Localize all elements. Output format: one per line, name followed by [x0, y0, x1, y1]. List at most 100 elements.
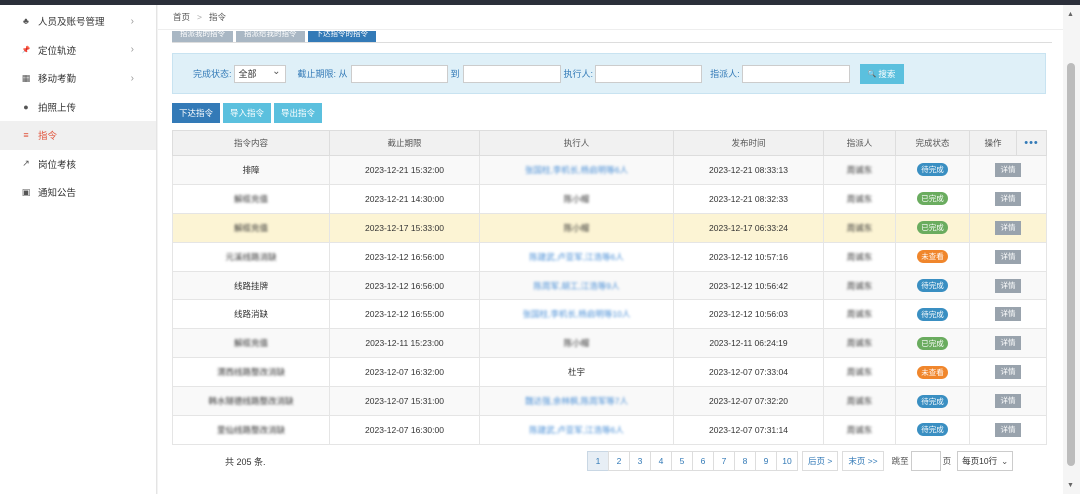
page-button[interactable]: 5: [671, 451, 693, 471]
table-row[interactable]: 韩水隧德线路整改消缺 2023-12-07 15:31:00 魏达强,余林枫,陈周军…: [172, 386, 1047, 417]
executor-cell: 张国柱,李机长,杨启明等6人: [479, 155, 674, 185]
next-page-button[interactable]: 后页 >: [802, 451, 839, 471]
status-badge: 已完成: [917, 192, 948, 206]
sidebar-item-2[interactable]: ▦ 移动考勤 ›: [0, 64, 156, 93]
detail-button[interactable]: 详情: [995, 249, 1021, 264]
header-status[interactable]: 完成状态: [895, 130, 970, 156]
published-time-cell: 2023-12-07 07:33:04: [673, 357, 824, 388]
sidebar-item-3[interactable]: ● 拍照上传: [0, 93, 156, 122]
scroll-down-icon[interactable]: ▼: [1067, 482, 1074, 489]
scroll-up-icon[interactable]: ▲: [1067, 11, 1074, 18]
page-button[interactable]: 7: [713, 451, 735, 471]
sidebar-item-5[interactable]: ↗ 岗位考核: [0, 150, 156, 179]
table-row[interactable]: 排障 2023-12-21 15:32:00 张国柱,李机长,杨启明等6人 2023-…: [172, 155, 1047, 185]
command-content: 解缆充值: [233, 193, 268, 204]
executor[interactable]: 陈建武,卢亚军,江浩等6人: [529, 252, 623, 262]
published-time: 2023-12-12 10:57:16: [709, 251, 788, 262]
detail-button[interactable]: 详情: [995, 422, 1021, 437]
published-time-cell: 2023-12-12 10:56:42: [673, 270, 824, 301]
command-content-cell: 排障: [172, 155, 330, 185]
status-badge: 未查看: [917, 365, 948, 379]
column-menu-icon[interactable]: •••: [1016, 130, 1047, 156]
deadline-from-input[interactable]: [350, 64, 448, 83]
detail-button[interactable]: 详情: [995, 191, 1021, 206]
sidebar-item-6[interactable]: ▣ 通知公告: [0, 178, 156, 207]
jump-page-input[interactable]: [910, 451, 941, 471]
status-badge-cell: 已完成: [895, 212, 970, 243]
header-content[interactable]: 指令内容: [172, 130, 330, 156]
header-published[interactable]: 发布时间: [673, 130, 824, 156]
executor-cell: 陈周军,胡工,江浩等9人: [479, 270, 674, 301]
jump-page-suffix: 页: [942, 456, 952, 466]
executor-input[interactable]: [595, 64, 703, 83]
sitemap-icon: ♣: [23, 16, 29, 27]
header-executor[interactable]: 执行人: [479, 130, 674, 156]
status-badge: 待完成: [917, 423, 948, 437]
assigner: 周诚东: [846, 367, 873, 378]
table-row[interactable]: 里仙线路整改消缺 2023-12-07 16:30:00 陈建武,卢亚军,江浩等6人…: [172, 415, 1047, 445]
executor-cell: 魏达强,余林枫,陈周军等7人: [479, 386, 674, 417]
executor[interactable]: 陈建武,卢亚军,江浩等6人: [529, 425, 623, 435]
status-badge: 未查看: [917, 250, 948, 264]
sidebar-item-0[interactable]: ♣ 人员及账号管理 ›: [0, 7, 156, 36]
detail-button[interactable]: 详情: [995, 162, 1021, 177]
table-row[interactable]: 渭西线路整改消缺 2023-12-07 16:32:00 杜宇 2023-12-07 …: [172, 357, 1047, 388]
status-select[interactable]: 全部: [233, 64, 286, 83]
deadline: 2023-12-21 14:30:00: [365, 193, 444, 204]
export-command-button[interactable]: 导出指令: [274, 103, 323, 123]
search-button[interactable]: 🔍 搜索: [859, 63, 904, 84]
page-button[interactable]: 1: [587, 451, 609, 471]
sidebar-item-label: 通知公告: [38, 188, 77, 200]
status-badge-cell: 未查看: [895, 357, 970, 388]
deadline-to-input[interactable]: [462, 64, 561, 83]
assigner-input[interactable]: [741, 64, 850, 83]
command-content: 线路消缺: [233, 309, 268, 320]
breadcrumb-home[interactable]: 首页: [173, 11, 190, 23]
status-badge: 待完成: [917, 279, 948, 292]
issue-command-button[interactable]: 下达指令: [172, 103, 221, 123]
table-row[interactable]: 解缆充值 2023-12-21 14:30:00 陈小帽 2023-12-21 08:…: [172, 183, 1047, 214]
table-row[interactable]: 线路消缺 2023-12-12 16:55:00 张国柱,李机长,杨启明等10人 20…: [172, 299, 1047, 330]
header-deadline[interactable]: 截止期限: [329, 130, 480, 156]
calendar-icon: ▦: [21, 72, 31, 83]
main-content: 首页 > 指令 指派我的指令 指派给我的指令 下达指令的指令 完成状态: 全部 …: [158, 5, 1063, 494]
detail-button[interactable]: 详情: [995, 220, 1021, 235]
detail-button[interactable]: 详情: [995, 278, 1021, 293]
table-row[interactable]: 解缆充值 2023-12-11 15:23:00 陈小帽 2023-12-11 06:…: [172, 328, 1047, 359]
page-button[interactable]: 4: [650, 451, 672, 471]
executor[interactable]: 魏达强,余林枫,陈周军等7人: [525, 396, 628, 406]
table-row[interactable]: 线路挂牌 2023-12-12 16:56:00 陈周军,胡工,江浩等9人 2023-…: [172, 270, 1047, 301]
executor[interactable]: 张国柱,李机长,杨启明等6人: [525, 165, 628, 175]
page-button[interactable]: 3: [629, 451, 651, 471]
chevron-right-icon: ›: [130, 44, 134, 56]
last-page-button[interactable]: 末页 >>: [842, 451, 884, 471]
detail-button[interactable]: 详情: [995, 394, 1021, 409]
actions-cell: 详情: [969, 183, 1047, 214]
chevron-right-icon: ›: [130, 15, 134, 27]
scrollbar-thumb[interactable]: [1067, 63, 1075, 466]
per-page-select[interactable]: 每页10行 ⌄: [957, 451, 1014, 471]
sidebar-item-1[interactable]: 📌 定位轨迹 ›: [0, 36, 156, 65]
detail-button[interactable]: 详情: [995, 336, 1021, 351]
header-assigner[interactable]: 指派人: [823, 130, 896, 156]
page-button[interactable]: 8: [734, 451, 756, 471]
executor[interactable]: 陈周军,胡工,江浩等9人: [534, 281, 620, 291]
deadline: 2023-12-07 15:31:00: [365, 396, 444, 407]
table-row[interactable]: 解缆充值 2023-12-17 15:33:00 陈小帽 2023-12-17 06:…: [172, 212, 1047, 243]
detail-button[interactable]: 详情: [995, 307, 1021, 322]
sidebar-item-4[interactable]: ≡ 指令: [0, 121, 156, 150]
command-content-cell: 元溪线路消缺: [172, 241, 330, 272]
page-button[interactable]: 9: [755, 451, 777, 471]
page-button[interactable]: 2: [608, 451, 630, 471]
executor[interactable]: 张国柱,李机长,杨启明等10人: [523, 309, 631, 319]
chart-icon: ↗: [22, 158, 30, 169]
notice-icon: ▣: [21, 186, 31, 197]
page-button[interactable]: 10: [776, 451, 798, 471]
deadline-cell: 2023-12-12 16:56:00: [329, 270, 480, 301]
vertical-scrollbar[interactable]: ▲ ▼: [1063, 5, 1080, 494]
detail-button[interactable]: 详情: [995, 365, 1021, 380]
import-command-button[interactable]: 导入指令: [223, 103, 272, 123]
table-row[interactable]: 元溪线路消缺 2023-12-12 16:56:00 陈建武,卢亚军,江浩等6人 20…: [172, 241, 1047, 272]
status-badge-cell: 待完成: [895, 270, 970, 301]
page-button[interactable]: 6: [692, 451, 714, 471]
